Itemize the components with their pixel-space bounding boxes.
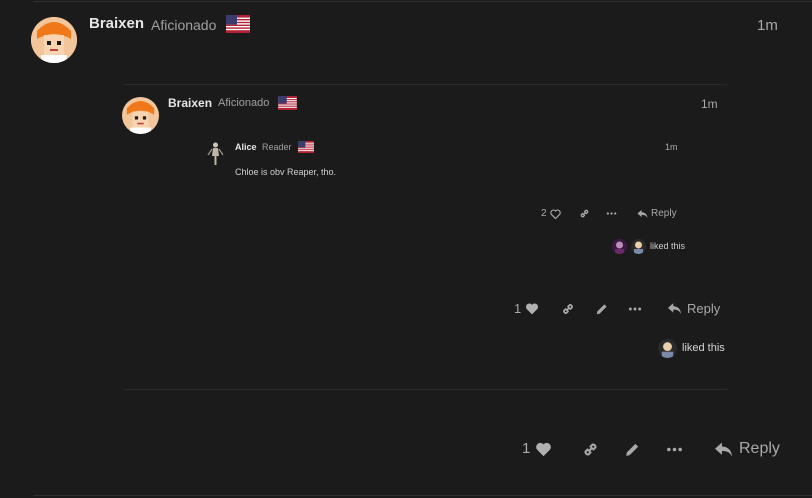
top-divider <box>33 1 812 2</box>
quote-reply-button[interactable]: Reply <box>667 301 720 316</box>
heart-outline-icon <box>549 209 561 219</box>
us-flag-icon <box>226 15 250 33</box>
heart-icon <box>526 303 539 315</box>
quote-like-button[interactable]: 1 <box>514 301 539 316</box>
bottom-divider <box>33 495 812 496</box>
alice-avatar[interactable] <box>203 141 228 166</box>
alice-more-button[interactable] <box>606 208 617 219</box>
alice-reply-label: Reply <box>651 208 677 219</box>
pencil-icon <box>626 443 639 456</box>
braixen-quote-avatar-image <box>122 97 159 134</box>
liker-avatar[interactable] <box>658 339 677 358</box>
ellipsis-icon <box>628 307 642 311</box>
reply-icon <box>715 442 732 456</box>
quote-user-title: Aficionado <box>218 97 270 109</box>
post-more-button[interactable] <box>666 441 683 458</box>
link-icon <box>584 443 597 456</box>
quote-username[interactable]: Braixen <box>168 96 212 110</box>
post-username[interactable]: Braixen <box>89 15 144 32</box>
braixen-avatar[interactable] <box>31 17 77 63</box>
quote-like-count: 1 <box>514 301 522 316</box>
quote-edit-button[interactable] <box>595 302 609 316</box>
liker-avatar-image <box>612 239 627 254</box>
link-icon <box>580 209 589 218</box>
quote-top-divider <box>123 84 727 85</box>
ellipsis-icon <box>667 447 682 452</box>
ellipsis-icon <box>606 212 617 215</box>
post-user-title: Aficionado <box>151 17 217 33</box>
alice-avatar-image <box>207 142 224 165</box>
alice-liked-this-text: liked this <box>650 241 686 251</box>
alice-time[interactable]: 1m <box>665 142 678 152</box>
alice-username[interactable]: Alice <box>235 142 257 152</box>
alice-reply-button[interactable]: Reply <box>637 208 677 219</box>
post-reply-button[interactable]: Reply <box>714 440 780 458</box>
post-time[interactable]: 1m <box>757 17 778 34</box>
us-flag-icon <box>298 141 314 153</box>
post-like-button[interactable]: 1 <box>522 440 552 457</box>
liker-avatar-image <box>658 339 677 358</box>
post-share-link-button[interactable] <box>582 441 599 458</box>
pencil-icon <box>596 304 607 315</box>
quote-reply-label: Reply <box>687 301 721 316</box>
alice-like-count: 2 <box>541 208 547 219</box>
braixen-quote-avatar[interactable] <box>122 97 159 134</box>
heart-icon <box>536 442 552 456</box>
alice-post-body: Chloe is obv Reaper, tho. <box>235 167 337 177</box>
quote-time[interactable]: 1m <box>701 97 718 111</box>
reply-icon <box>668 303 681 314</box>
reply-icon <box>637 209 648 218</box>
quote-bottom-divider <box>123 389 727 390</box>
alice-user-title: Reader <box>262 142 292 152</box>
quote-share-link-button[interactable] <box>561 302 575 316</box>
link-icon <box>563 304 573 314</box>
braixen-avatar-image <box>31 17 77 63</box>
post-reply-label: Reply <box>739 440 780 457</box>
post-like-count: 1 <box>522 440 531 457</box>
liker-avatar-image <box>631 239 646 254</box>
liker-avatar[interactable] <box>631 239 646 254</box>
alice-share-link-button[interactable] <box>579 208 590 219</box>
post-edit-button[interactable] <box>624 441 641 458</box>
liker-avatar[interactable] <box>612 239 627 254</box>
quote-more-button[interactable] <box>628 302 642 316</box>
quote-liked-this-text: liked this <box>682 342 725 354</box>
alice-like-button[interactable]: 2 <box>541 208 561 219</box>
us-flag-icon <box>278 96 297 110</box>
